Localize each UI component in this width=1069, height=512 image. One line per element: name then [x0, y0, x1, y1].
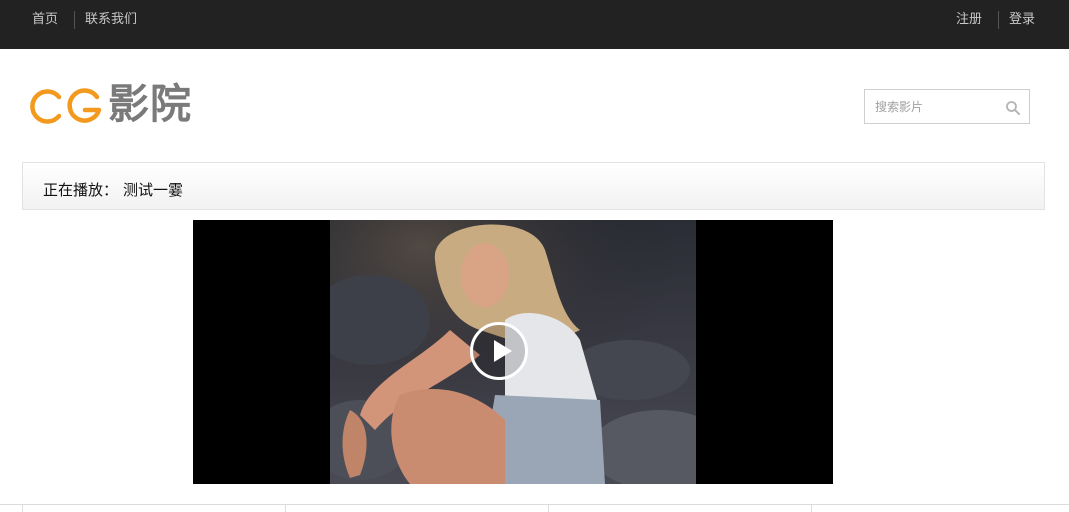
nav-register-link[interactable]: 注册: [956, 0, 982, 40]
grid-divider: [22, 505, 23, 512]
search-icon[interactable]: [1005, 100, 1021, 116]
now-playing-bar: 正在播放： 测试一霎: [22, 162, 1045, 210]
video-player[interactable]: [193, 220, 833, 484]
top-nav-bar: 首页 联系我们 注册 登录: [0, 0, 1069, 49]
nav-divider: [998, 11, 999, 29]
logo-cg-mark: [30, 88, 102, 124]
grid-divider: [285, 505, 286, 512]
search-box: [864, 89, 1030, 124]
play-button[interactable]: [470, 322, 528, 380]
nav-divider: [74, 11, 75, 29]
grid-divider: [548, 505, 549, 512]
logo-text: 影院: [108, 80, 192, 128]
grid-divider: [811, 505, 812, 512]
nav-login-link[interactable]: 登录: [1009, 0, 1035, 40]
nav-home-link[interactable]: 首页: [32, 0, 58, 40]
play-icon: [494, 340, 512, 362]
now-playing-label: 正在播放：: [43, 181, 119, 199]
search-input[interactable]: [865, 90, 1005, 123]
content-divider: [0, 504, 1069, 505]
now-playing-title: 测试一霎: [123, 181, 184, 199]
nav-contact-link[interactable]: 联系我们: [85, 0, 137, 40]
